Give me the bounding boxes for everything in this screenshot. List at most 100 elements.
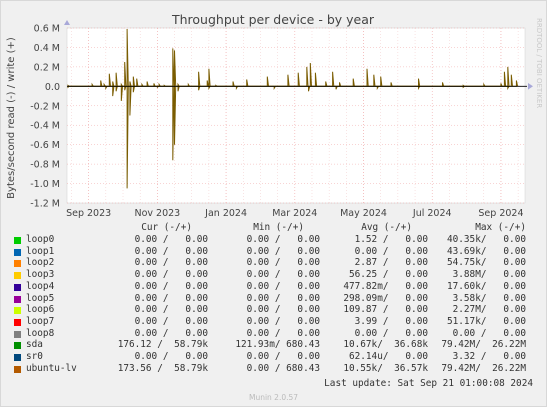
legend-name: loop8 xyxy=(26,327,55,339)
legend-row-loop0: loop0 0.00 / 0.00 0.00 / 0.00 1.52 / 0.00 40… xyxy=(12,234,532,246)
legend-header-cur: Cur (-/+) xyxy=(141,222,192,233)
legend-header-max: Max (-/+) xyxy=(475,222,526,233)
legend-name: loop3 xyxy=(26,269,55,281)
x-tick-label: May 2024 xyxy=(340,208,387,219)
legend-cur: 0.00 / 0.00 xyxy=(134,304,208,316)
legend-cur: 0.00 / 0.00 xyxy=(134,234,208,245)
legend-name: ubuntu-lv xyxy=(26,362,77,374)
y-tick-label: -1.0 M xyxy=(30,179,60,190)
x-tick-label: Jul 2024 xyxy=(412,208,452,219)
y-axis-ticks: 0.6 M 0.4 M 0.2 M 0.0 -0.2 M -0.4 M -0.6 M -0.8… xyxy=(30,24,60,210)
legend-swatch xyxy=(14,295,21,303)
legend-avg: 10.55k/ 36.57k xyxy=(343,362,428,374)
legend-header-avg: Avg (-/+) xyxy=(361,222,412,233)
legend-swatch xyxy=(14,272,21,280)
legend-swatch xyxy=(14,283,21,291)
legend-name: loop0 xyxy=(26,234,55,245)
legend-row-loop8: loop8 0.00 / 0.00 0.00 / 0.00 0.00 / 0.00 0.… xyxy=(12,328,532,340)
legend-name: sr0 xyxy=(26,351,43,362)
x-tick-label: Jan 2024 xyxy=(204,208,247,219)
legend-cur: 0.00 / 0.00 xyxy=(134,315,208,327)
throughput-chart: Throughput per device - by year Bytes/se… xyxy=(6,12,543,219)
legend-max: 54.75k/ 0.00 xyxy=(446,257,526,269)
legend-swatch xyxy=(14,365,21,373)
legend-avg: 56.25 / 0.00 xyxy=(348,269,428,281)
plot-area xyxy=(66,27,526,204)
legend-max: 2.27M/ 0.00 xyxy=(452,304,526,316)
legend-row-loop4: loop4 0.00 / 0.00 0.00 / 0.00 477.82m/ 0.00… xyxy=(12,281,532,293)
rrdtool-watermark: RRDTOOL / TOBI OETIKER xyxy=(535,18,543,108)
y-axis-label: Bytes/second read (-) / write (+) xyxy=(6,37,17,199)
legend-swatch xyxy=(14,307,21,315)
legend-max: 40.35k/ 0.00 xyxy=(446,234,526,245)
legend-cur: 0.00 / 0.00 xyxy=(134,327,208,339)
legend-avg: 3.99 / 0.00 xyxy=(354,315,428,327)
legend-row-loop7: loop7 0.00 / 0.00 0.00 / 0.00 3.99 / 0.00 51… xyxy=(12,316,532,328)
legend-avg: 0.00 / 0.00 xyxy=(354,327,428,339)
legend-cur: 173.56 / 58.79k xyxy=(117,362,208,374)
legend-name: loop2 xyxy=(26,257,55,269)
legend-max: 43.69k/ 0.00 xyxy=(446,245,526,257)
legend-swatch xyxy=(14,318,21,326)
legend-name: loop5 xyxy=(26,292,55,304)
legend-avg: 1.52 / 0.00 xyxy=(354,234,428,245)
legend-swatch xyxy=(14,330,21,338)
y-tick-label: -0.2 M xyxy=(30,101,60,112)
legend-swatch xyxy=(14,248,21,256)
legend-row-loop5: loop5 0.00 / 0.00 0.00 / 0.00 298.09m/ 0.00… xyxy=(12,293,532,305)
legend-name: sda xyxy=(26,339,43,351)
y-tick-label: -0.4 M xyxy=(30,121,60,132)
legend-max: 3.58k/ 0.00 xyxy=(452,292,526,304)
legend-header: Cur (-/+) Min (-/+) Avg (-/+) Max (-/+) xyxy=(12,222,532,234)
legend-max: 51.17k/ 0.00 xyxy=(446,315,526,327)
legend-row-sda: sda 176.12 / 58.79k 121.93m/ 680.43 10.67k/… xyxy=(12,339,532,351)
legend-avg: 2.87 / 0.00 xyxy=(354,257,428,269)
legend-cur: 0.00 / 0.00 xyxy=(134,257,208,269)
legend-max: 3.88M/ 0.00 xyxy=(452,269,526,281)
legend-swatch xyxy=(14,260,21,268)
legend-row-loop3: loop3 0.00 / 0.00 0.00 / 0.00 56.25 / 0.00 3… xyxy=(12,269,532,281)
legend-max: 79.42M/ 26.22M xyxy=(441,339,526,351)
legend-swatch xyxy=(14,237,21,244)
x-axis-arrow xyxy=(528,83,533,90)
legend-cur: 176.12 / 58.79k xyxy=(117,339,208,351)
legend-name: loop1 xyxy=(26,245,55,257)
legend-max: 17.60k/ 0.00 xyxy=(446,280,526,292)
legend-cur: 0.00 / 0.00 xyxy=(134,245,208,257)
y-tick-label: 0.0 xyxy=(45,82,60,93)
legend-avg: 62.14u/ 0.00 xyxy=(348,351,428,362)
y-tick-label: -0.8 M xyxy=(30,160,60,171)
legend-row-ubuntu-lv: ubuntu-lv 173.56 / 58.79k 0.00 / 680.43 10.… xyxy=(12,363,532,375)
legend-header-min: Min (-/+) xyxy=(253,222,304,233)
legend-avg: 10.67k/ 36.68k xyxy=(343,339,428,351)
legend-avg: 477.82m/ 0.00 xyxy=(343,280,428,292)
legend-avg: 0.00 / 0.00 xyxy=(354,245,428,257)
legend-name: loop4 xyxy=(26,280,55,292)
legend-max: 3.32 / 0.00 xyxy=(452,351,526,362)
x-axis-ticks: Sep 2023 Nov 2023 Jan 2024 Mar 2024 May 2024… xyxy=(66,208,523,219)
legend-cur: 0.00 / 0.00 xyxy=(134,351,208,362)
legend-swatch xyxy=(14,342,21,350)
legend-cur: 0.00 / 0.00 xyxy=(134,269,208,281)
legend-swatch xyxy=(14,354,21,361)
legend-name: loop7 xyxy=(26,315,55,327)
munin-version: Munin 2.0.57 xyxy=(248,393,299,402)
x-tick-label: Sep 2024 xyxy=(478,208,523,219)
legend-name: loop6 xyxy=(26,304,55,316)
legend-avg: 109.87 / 0.00 xyxy=(343,304,428,316)
legend-avg: 298.09m/ 0.00 xyxy=(343,292,428,304)
legend-max: 0.00 / 0.00 xyxy=(452,327,526,339)
legend-row-loop6: loop6 0.00 / 0.00 0.00 / 0.00 109.87 / 0.00… xyxy=(12,304,532,316)
chart-title: Throughput per device - by year xyxy=(171,12,375,27)
legend-cur: 0.00 / 0.00 xyxy=(134,280,208,292)
y-tick-label: -0.6 M xyxy=(30,140,60,151)
y-axis-arrow xyxy=(64,20,70,25)
legend-row-loop2: loop2 0.00 / 0.00 0.00 / 0.00 2.87 / 0.00 54… xyxy=(12,257,532,269)
x-tick-label: Sep 2023 xyxy=(66,208,111,219)
legend-row-loop1: loop1 0.00 / 0.00 0.00 / 0.00 0.00 / 0.00 43… xyxy=(12,246,532,258)
y-tick-label: 0.4 M xyxy=(34,43,60,54)
y-tick-label: -1.2 M xyxy=(30,199,60,210)
x-tick-label: Mar 2024 xyxy=(272,208,317,219)
y-tick-label: 0.6 M xyxy=(34,24,60,35)
last-update: Last update: Sat Sep 21 01:00:08 2024 xyxy=(324,378,533,389)
